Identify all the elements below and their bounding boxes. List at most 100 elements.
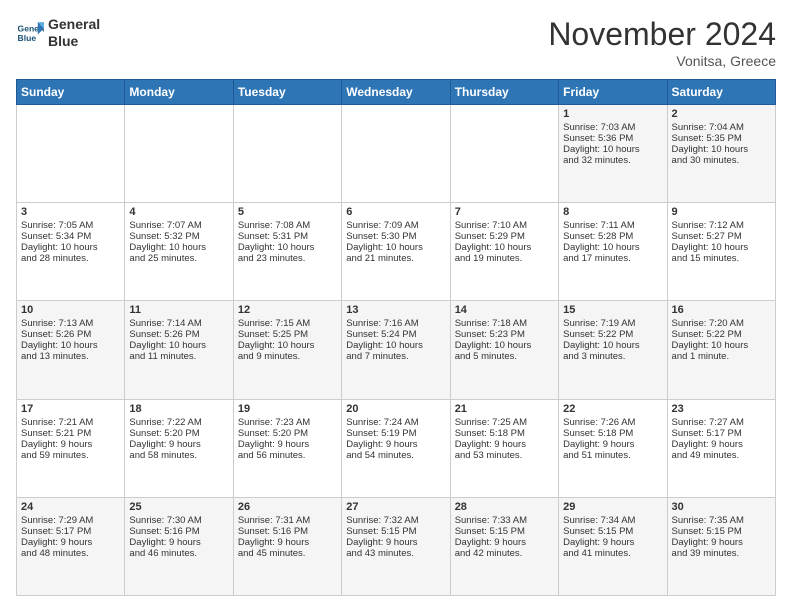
day-info-line: Sunset: 5:26 PM bbox=[129, 329, 228, 340]
title-block: November 2024 Vonitsa, Greece bbox=[548, 16, 776, 69]
day-header-tuesday: Tuesday bbox=[233, 80, 341, 105]
day-info-line: Sunset: 5:17 PM bbox=[21, 526, 120, 537]
day-info-line: Daylight: 9 hours bbox=[455, 439, 554, 450]
day-info-line: and 46 minutes. bbox=[129, 548, 228, 559]
day-info-line: Daylight: 9 hours bbox=[129, 439, 228, 450]
day-info-line: Daylight: 9 hours bbox=[346, 537, 445, 548]
day-info-line: and 53 minutes. bbox=[455, 450, 554, 461]
calendar-cell: 10Sunrise: 7:13 AMSunset: 5:26 PMDayligh… bbox=[17, 301, 125, 399]
calendar-cell: 19Sunrise: 7:23 AMSunset: 5:20 PMDayligh… bbox=[233, 399, 341, 497]
day-info-line: Sunset: 5:32 PM bbox=[129, 231, 228, 242]
day-info-line: Daylight: 10 hours bbox=[672, 242, 771, 253]
calendar-week-row: 24Sunrise: 7:29 AMSunset: 5:17 PMDayligh… bbox=[17, 497, 776, 595]
day-info-line: Sunrise: 7:27 AM bbox=[672, 417, 771, 428]
logo-line2: Blue bbox=[48, 33, 100, 50]
day-number: 8 bbox=[563, 206, 662, 218]
logo-icon: General Blue bbox=[16, 19, 44, 47]
day-info-line: Daylight: 9 hours bbox=[563, 439, 662, 450]
calendar-cell: 1Sunrise: 7:03 AMSunset: 5:36 PMDaylight… bbox=[559, 105, 667, 203]
day-info-line: and 9 minutes. bbox=[238, 351, 337, 362]
calendar-cell: 6Sunrise: 7:09 AMSunset: 5:30 PMDaylight… bbox=[342, 203, 450, 301]
day-info-line: Daylight: 9 hours bbox=[21, 439, 120, 450]
day-info-line: Sunrise: 7:23 AM bbox=[238, 417, 337, 428]
day-info-line: Sunrise: 7:03 AM bbox=[563, 122, 662, 133]
day-info-line: Daylight: 10 hours bbox=[21, 242, 120, 253]
calendar-cell: 2Sunrise: 7:04 AMSunset: 5:35 PMDaylight… bbox=[667, 105, 775, 203]
calendar-cell: 23Sunrise: 7:27 AMSunset: 5:17 PMDayligh… bbox=[667, 399, 775, 497]
day-info-line: and 5 minutes. bbox=[455, 351, 554, 362]
header: General Blue General Blue November 2024 … bbox=[16, 16, 776, 69]
day-info-line: Daylight: 9 hours bbox=[672, 537, 771, 548]
day-info-line: Sunset: 5:30 PM bbox=[346, 231, 445, 242]
calendar-cell: 30Sunrise: 7:35 AMSunset: 5:15 PMDayligh… bbox=[667, 497, 775, 595]
day-header-thursday: Thursday bbox=[450, 80, 558, 105]
day-info-line: Daylight: 10 hours bbox=[563, 144, 662, 155]
day-info-line: and 21 minutes. bbox=[346, 253, 445, 264]
day-info-line: and 28 minutes. bbox=[21, 253, 120, 264]
day-info-line: Sunset: 5:24 PM bbox=[346, 329, 445, 340]
day-info-line: Sunrise: 7:05 AM bbox=[21, 220, 120, 231]
calendar-cell: 9Sunrise: 7:12 AMSunset: 5:27 PMDaylight… bbox=[667, 203, 775, 301]
day-number: 25 bbox=[129, 501, 228, 513]
day-number: 7 bbox=[455, 206, 554, 218]
day-info-line: Daylight: 10 hours bbox=[455, 242, 554, 253]
calendar-week-row: 17Sunrise: 7:21 AMSunset: 5:21 PMDayligh… bbox=[17, 399, 776, 497]
day-number: 30 bbox=[672, 501, 771, 513]
day-info-line: Daylight: 10 hours bbox=[346, 242, 445, 253]
calendar-cell: 14Sunrise: 7:18 AMSunset: 5:23 PMDayligh… bbox=[450, 301, 558, 399]
day-info-line: Daylight: 10 hours bbox=[672, 340, 771, 351]
calendar-cell: 20Sunrise: 7:24 AMSunset: 5:19 PMDayligh… bbox=[342, 399, 450, 497]
day-number: 10 bbox=[21, 304, 120, 316]
day-info-line: and 45 minutes. bbox=[238, 548, 337, 559]
day-info-line: and 56 minutes. bbox=[238, 450, 337, 461]
day-info-line: Daylight: 10 hours bbox=[129, 340, 228, 351]
day-info-line: Sunset: 5:35 PM bbox=[672, 133, 771, 144]
day-number: 11 bbox=[129, 304, 228, 316]
day-info-line: Daylight: 10 hours bbox=[238, 242, 337, 253]
day-info-line: and 17 minutes. bbox=[563, 253, 662, 264]
calendar-header-row: SundayMondayTuesdayWednesdayThursdayFrid… bbox=[17, 80, 776, 105]
calendar-cell bbox=[125, 105, 233, 203]
day-number: 5 bbox=[238, 206, 337, 218]
calendar-cell: 18Sunrise: 7:22 AMSunset: 5:20 PMDayligh… bbox=[125, 399, 233, 497]
day-info-line: Daylight: 10 hours bbox=[346, 340, 445, 351]
location: Vonitsa, Greece bbox=[548, 53, 776, 69]
calendar-cell: 3Sunrise: 7:05 AMSunset: 5:34 PMDaylight… bbox=[17, 203, 125, 301]
day-info-line: and 49 minutes. bbox=[672, 450, 771, 461]
day-info-line: Sunrise: 7:29 AM bbox=[21, 515, 120, 526]
day-info-line: Sunset: 5:19 PM bbox=[346, 428, 445, 439]
day-info-line: Sunrise: 7:24 AM bbox=[346, 417, 445, 428]
logo-line1: General bbox=[48, 16, 100, 33]
day-info-line: and 13 minutes. bbox=[21, 351, 120, 362]
day-header-wednesday: Wednesday bbox=[342, 80, 450, 105]
day-info-line: Sunrise: 7:12 AM bbox=[672, 220, 771, 231]
day-info-line: Sunset: 5:31 PM bbox=[238, 231, 337, 242]
day-info-line: Sunrise: 7:20 AM bbox=[672, 318, 771, 329]
calendar-cell: 24Sunrise: 7:29 AMSunset: 5:17 PMDayligh… bbox=[17, 497, 125, 595]
calendar-cell bbox=[233, 105, 341, 203]
day-info-line: Sunset: 5:25 PM bbox=[238, 329, 337, 340]
day-info-line: Sunrise: 7:26 AM bbox=[563, 417, 662, 428]
svg-text:Blue: Blue bbox=[18, 33, 37, 43]
logo-text: General Blue bbox=[48, 16, 100, 50]
day-info-line: Sunset: 5:18 PM bbox=[455, 428, 554, 439]
day-info-line: and 51 minutes. bbox=[563, 450, 662, 461]
day-info-line: and 15 minutes. bbox=[672, 253, 771, 264]
day-number: 16 bbox=[672, 304, 771, 316]
day-info-line: Sunrise: 7:30 AM bbox=[129, 515, 228, 526]
day-info-line: Daylight: 10 hours bbox=[21, 340, 120, 351]
day-info-line: Daylight: 10 hours bbox=[129, 242, 228, 253]
day-info-line: Sunrise: 7:33 AM bbox=[455, 515, 554, 526]
day-info-line: Sunset: 5:29 PM bbox=[455, 231, 554, 242]
day-info-line: Sunrise: 7:18 AM bbox=[455, 318, 554, 329]
day-info-line: and 48 minutes. bbox=[21, 548, 120, 559]
day-info-line: Daylight: 10 hours bbox=[672, 144, 771, 155]
calendar-cell: 22Sunrise: 7:26 AMSunset: 5:18 PMDayligh… bbox=[559, 399, 667, 497]
day-info-line: Sunset: 5:15 PM bbox=[672, 526, 771, 537]
day-info-line: Daylight: 10 hours bbox=[455, 340, 554, 351]
day-info-line: Sunrise: 7:31 AM bbox=[238, 515, 337, 526]
day-number: 27 bbox=[346, 501, 445, 513]
day-info-line: and 54 minutes. bbox=[346, 450, 445, 461]
day-header-monday: Monday bbox=[125, 80, 233, 105]
day-info-line: Sunset: 5:20 PM bbox=[129, 428, 228, 439]
